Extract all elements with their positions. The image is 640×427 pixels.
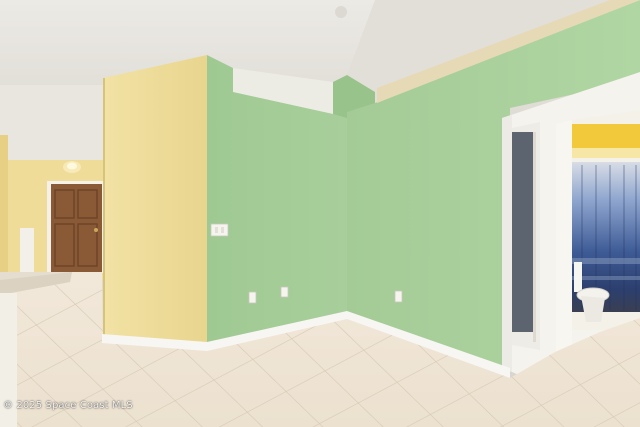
ceiling-light-icon: [63, 161, 81, 173]
outlet-icon: [248, 291, 257, 304]
yellow-wall: [103, 55, 207, 345]
hallway-left-wall: [0, 135, 8, 285]
light-switch-icon[interactable]: [210, 223, 229, 237]
hallway-column: [20, 228, 34, 273]
closet-dark: [512, 132, 535, 332]
hallway-ceiling: [0, 85, 105, 167]
room-photo: [0, 0, 640, 427]
outlet-icon: [394, 290, 403, 303]
outlet-icon: [280, 286, 289, 298]
smoke-detector-icon: [335, 6, 347, 18]
entry-door[interactable]: [51, 184, 102, 272]
watermark: © 2025 Space Coast MLS: [3, 400, 133, 411]
door-knob-icon: [94, 228, 98, 232]
